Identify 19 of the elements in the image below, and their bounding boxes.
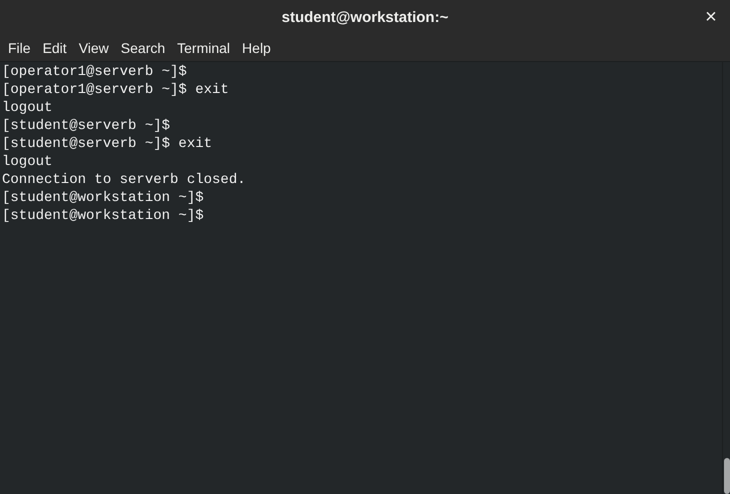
menu-item[interactable]: Help [236,38,277,59]
menu-item[interactable]: Edit [36,38,73,59]
menu-item[interactable]: Terminal [171,38,236,59]
terminal-line: [student@workstation ~]$ [1,207,204,225]
terminal-line: [operator1@serverb ~]$ [1,63,187,81]
menu-item[interactable]: File [2,38,37,59]
terminal-line: [operator1@serverb ~]$ exit [1,81,229,99]
terminal-line: logout [1,153,52,171]
terminal-line: [student@serverb ~]$ [1,117,170,135]
window-title: student@workstation:~ [282,8,448,28]
terminal-line: Connection to serverb closed. [1,171,246,189]
terminal-line: [student@workstation ~]$ [1,189,204,207]
scrollbar[interactable] [722,62,730,494]
terminal-line: logout [1,99,52,117]
terminal-line: [student@serverb ~]$ exit [1,135,212,153]
menu-item[interactable]: Search [114,38,172,59]
close-button[interactable]: × [700,6,722,28]
scrollbar-thumb[interactable] [724,458,730,494]
menu-item[interactable]: View [72,38,115,59]
